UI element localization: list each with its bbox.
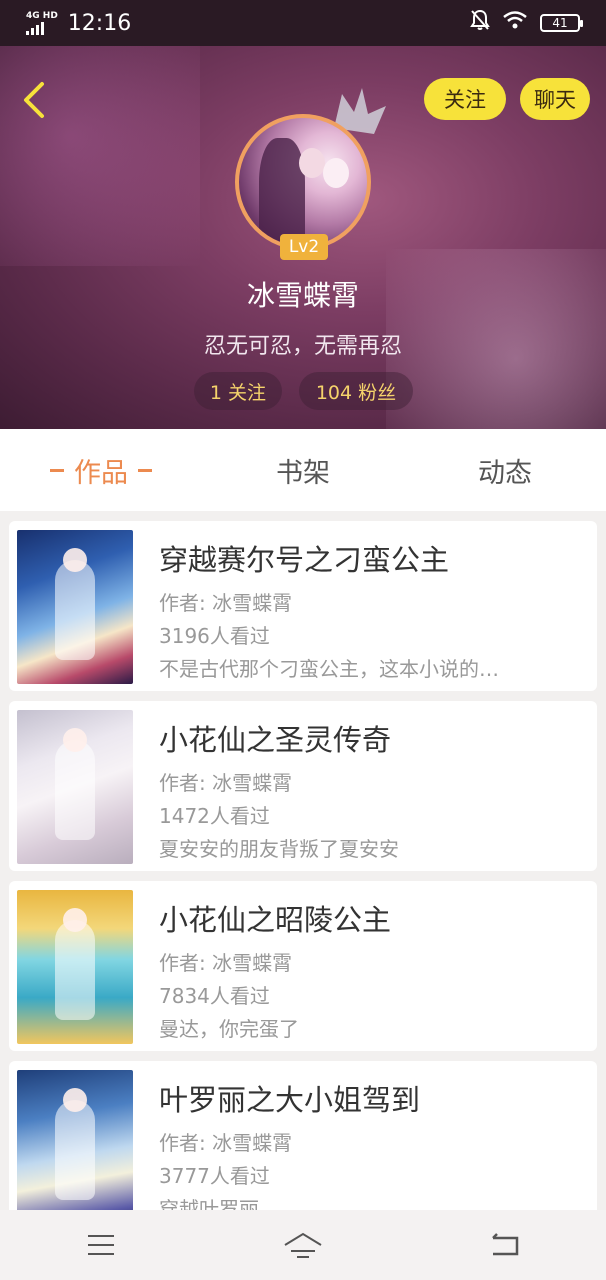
list-item[interactable]: 叶罗丽之大小姐驾到 作者: 冰雪蝶霄 3777人看过 穿越叶罗丽 — [9, 1061, 597, 1210]
book-description: 曼达，你完蛋了 — [159, 1017, 299, 1041]
mute-bell-icon — [470, 9, 490, 37]
network-type: 4G HD — [26, 11, 58, 21]
battery-level: 41 — [552, 16, 568, 30]
avatar[interactable] — [235, 114, 371, 250]
home-icon — [284, 1232, 322, 1258]
book-description: 穿越叶罗丽 — [159, 1197, 259, 1210]
book-title: 穿越赛尔号之刁蛮公主 — [159, 543, 450, 577]
signal-icon: 4G HD — [26, 11, 58, 35]
book-cover — [17, 530, 133, 684]
works-list: 穿越赛尔号之刁蛮公主 作者: 冰雪蝶霄 3196人看过 不是古代那个刁蛮公主，这… — [0, 511, 606, 1210]
battery-icon: 41 — [540, 14, 583, 32]
book-author: 作者: 冰雪蝶霄 — [159, 1131, 293, 1155]
follow-button[interactable]: 关注 — [424, 78, 506, 120]
list-item[interactable]: 穿越赛尔号之刁蛮公主 作者: 冰雪蝶霄 3196人看过 不是古代那个刁蛮公主，这… — [9, 521, 597, 691]
level-badge: Lv2 — [280, 234, 328, 260]
tab-label: 书架 — [276, 457, 330, 489]
book-views: 7834人看过 — [159, 984, 270, 1008]
tab-works[interactable]: 作品 — [0, 429, 202, 511]
user-bio: 忍无可忍，无需再忍 — [203, 334, 402, 359]
chat-button[interactable]: 聊天 — [520, 78, 590, 120]
book-description: 不是古代那个刁蛮公主，这本小说的… — [159, 657, 499, 681]
chevron-left-icon — [24, 82, 44, 118]
clock: 12:16 — [67, 10, 132, 36]
tab-bar: 作品 书架 动态 — [0, 429, 606, 511]
list-item[interactable]: 小花仙之昭陵公主 作者: 冰雪蝶霄 7834人看过 曼达，你完蛋了 — [9, 881, 597, 1051]
book-cover — [17, 890, 133, 1044]
tab-indicator-right — [138, 468, 152, 472]
tab-activity[interactable]: 动态 — [404, 429, 606, 511]
book-views: 3196人看过 — [159, 624, 270, 648]
book-title: 叶罗丽之大小姐驾到 — [159, 1083, 421, 1117]
book-description: 夏安安的朋友背叛了夏安安 — [159, 837, 399, 861]
tab-label: 作品 — [74, 457, 128, 489]
book-author: 作者: 冰雪蝶霄 — [159, 591, 293, 615]
return-icon — [492, 1233, 519, 1256]
fans-count[interactable]: 104 粉丝 — [299, 372, 413, 410]
system-nav-bar — [0, 1210, 606, 1280]
book-title: 小花仙之圣灵传奇 — [159, 723, 392, 757]
back-button[interactable] — [16, 78, 56, 122]
book-author: 作者: 冰雪蝶霄 — [159, 951, 293, 975]
book-cover — [17, 1070, 133, 1210]
menu-button[interactable] — [71, 1220, 131, 1270]
tab-indicator-left — [50, 468, 64, 472]
tab-label: 动态 — [478, 457, 532, 489]
back-nav-button[interactable] — [475, 1220, 535, 1270]
list-item[interactable]: 小花仙之圣灵传奇 作者: 冰雪蝶霄 1472人看过 夏安安的朋友背叛了夏安安 — [9, 701, 597, 871]
book-views: 3777人看过 — [159, 1164, 270, 1188]
status-bar: 4G HD 12:16 41 — [0, 0, 606, 46]
home-button[interactable] — [273, 1220, 333, 1270]
wifi-icon — [502, 10, 528, 36]
book-author: 作者: 冰雪蝶霄 — [159, 771, 293, 795]
menu-icon — [88, 1235, 114, 1255]
book-title: 小花仙之昭陵公主 — [159, 903, 392, 937]
tab-bookshelf[interactable]: 书架 — [202, 429, 404, 511]
following-count[interactable]: 1 关注 — [194, 372, 282, 410]
username: 冰雪蝶霄 — [246, 279, 359, 312]
book-views: 1472人看过 — [159, 804, 270, 828]
book-cover — [17, 710, 133, 864]
